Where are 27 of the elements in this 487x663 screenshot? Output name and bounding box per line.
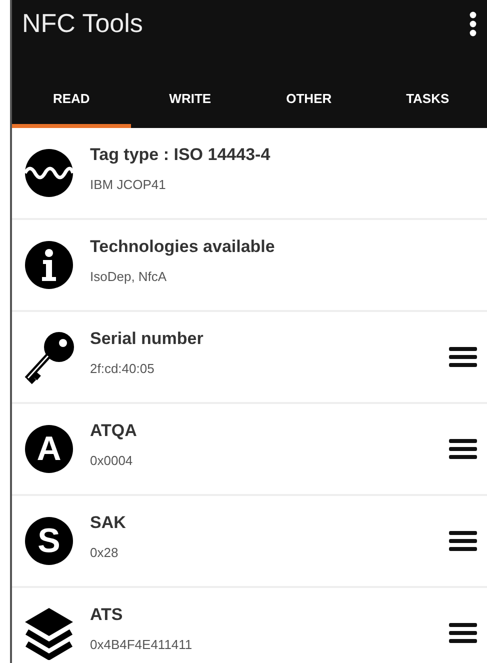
layers-icon <box>23 606 75 660</box>
row-value: 2f:cd:40:05 <box>90 360 156 376</box>
row-title: Technologies available <box>90 236 276 256</box>
row-title: Serial number <box>90 328 204 348</box>
row-value: 0x4B4F4E411411 <box>90 636 194 652</box>
row-title: Tag type : ISO 14443-4 <box>90 144 272 164</box>
row-title: ATQA <box>90 420 138 440</box>
tab[interactable]: READ <box>12 71 131 128</box>
app-title: NFC Tools <box>22 8 143 39</box>
tab[interactable]: OTHER <box>250 71 368 128</box>
more-icon[interactable] <box>469 10 477 36</box>
tab[interactable]: WRITE <box>130 71 250 128</box>
wave-icon <box>23 147 75 199</box>
row-title: ATS <box>90 604 124 624</box>
row-title: SAK <box>90 512 127 532</box>
row-value: IsoDep, NfcA <box>90 268 168 284</box>
menu-icon[interactable] <box>449 622 477 644</box>
tab[interactable]: TASKS <box>368 71 487 128</box>
letter-icon: A <box>25 425 73 473</box>
menu-icon[interactable] <box>449 438 477 460</box>
menu-icon[interactable] <box>449 346 477 368</box>
row-value: 0x0004 <box>90 452 134 468</box>
info-icon <box>23 239 75 291</box>
letter-icon: S <box>25 517 73 565</box>
menu-icon[interactable] <box>449 530 477 552</box>
row-value: IBM JCOP41 <box>90 176 167 192</box>
row-value: 0x28 <box>90 544 120 560</box>
